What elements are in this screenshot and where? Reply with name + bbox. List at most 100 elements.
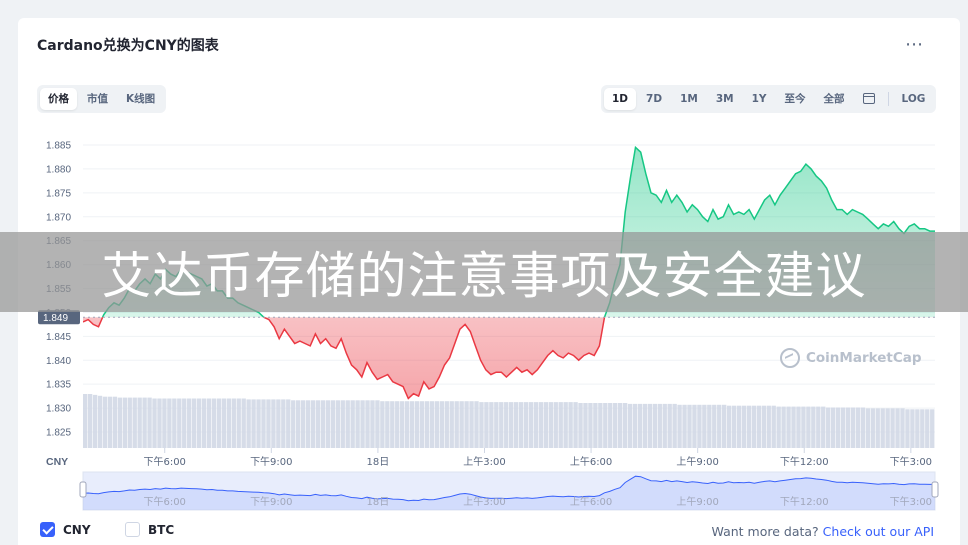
- volume-bar: [276, 399, 281, 448]
- x-tick-label: 下午9:00: [250, 455, 292, 468]
- volume-bar: [860, 407, 866, 448]
- api-link[interactable]: Check out our API: [823, 524, 934, 539]
- volume-bar: [489, 402, 494, 448]
- volume-bar: [241, 398, 246, 448]
- x-tick-label: 上午3:00: [463, 455, 505, 468]
- volume-bar: [335, 400, 340, 448]
- volume-bar: [305, 400, 311, 448]
- tab-candlestick[interactable]: K线图: [118, 88, 163, 110]
- log-scale-button[interactable]: LOG: [894, 88, 934, 110]
- volume-bar: [895, 408, 900, 448]
- legend-btc[interactable]: BTC: [125, 522, 174, 537]
- range-all[interactable]: 全部: [816, 88, 853, 110]
- volume-bar: [360, 400, 365, 448]
- y-tick-label: 1.840: [46, 356, 71, 367]
- volume-bar: [776, 406, 781, 448]
- volume-bar: [657, 403, 662, 448]
- volume-bar: [182, 398, 187, 448]
- volume-bar: [177, 398, 182, 448]
- volume-bar: [375, 400, 380, 448]
- volume-bar: [271, 399, 276, 448]
- banner-text: 艾达币存储的注意事项及安全建议: [101, 247, 867, 305]
- volume-bar: [816, 406, 821, 448]
- volume-bar: [281, 399, 286, 448]
- volume-bar: [756, 405, 762, 448]
- time-range-tabs: 1D 7D 1M 3M 1Y 至今 全部 LOG: [601, 85, 937, 113]
- checkbox-checked-icon[interactable]: [40, 522, 55, 537]
- volume-bar: [325, 400, 331, 448]
- volume-bar: [499, 402, 504, 448]
- volume-bar: [613, 403, 618, 448]
- volume-bar: [796, 406, 801, 448]
- volume-bar: [340, 400, 345, 448]
- x-tick-label: 18日: [367, 457, 390, 468]
- volume-bar: [603, 403, 608, 448]
- volume-bar: [583, 403, 588, 448]
- tab-market-cap[interactable]: 市值: [79, 88, 116, 110]
- volume-bar: [855, 407, 861, 448]
- volume-bar: [741, 405, 747, 448]
- range-1d[interactable]: 1D: [604, 88, 637, 110]
- volume-bar: [920, 409, 925, 448]
- volume-bar: [419, 401, 425, 448]
- volume-bar: [107, 396, 113, 448]
- volume-bar: [930, 409, 935, 448]
- volume-bar: [102, 396, 108, 448]
- volume-bar: [187, 398, 192, 448]
- volume-bar: [429, 401, 435, 448]
- volume-bar: [286, 399, 291, 448]
- y-tick-label: 1.870: [46, 212, 71, 223]
- legend-cny[interactable]: CNY: [40, 522, 91, 537]
- volume-bar: [642, 403, 648, 448]
- volume-bar: [474, 401, 479, 448]
- range-7d[interactable]: 7D: [638, 88, 670, 110]
- volume-bar: [880, 408, 885, 448]
- y-tick-label: 1.875: [46, 188, 71, 199]
- range-ytd[interactable]: 至今: [777, 88, 814, 110]
- volume-bar: [746, 405, 752, 448]
- volume-bar: [702, 404, 707, 448]
- date-picker-button[interactable]: [855, 88, 883, 110]
- range-3m[interactable]: 3M: [708, 88, 742, 110]
- range-1m[interactable]: 1M: [672, 88, 706, 110]
- volume-bar: [380, 401, 385, 448]
- volume-bar: [266, 399, 271, 448]
- volume-bar: [92, 394, 98, 448]
- volume-bar: [845, 407, 851, 448]
- overlay-banner: 艾达币存储的注意事项及安全建议: [0, 232, 968, 312]
- watermark-text: CoinMarketCap: [806, 350, 922, 366]
- volume-bar: [142, 397, 147, 448]
- volume-bar: [672, 403, 677, 448]
- x-tick-label: 下午6:00: [143, 455, 185, 468]
- volume-bar: [464, 401, 469, 448]
- legend-label-cny: CNY: [63, 522, 91, 537]
- volume-bar: [112, 396, 118, 448]
- volume-bar: [885, 408, 890, 448]
- x-tick-label: 上午9:00: [676, 455, 718, 468]
- chart-title: Cardano兑换为CNY的图表: [37, 38, 219, 54]
- volume-bar: [152, 398, 157, 448]
- x-tick-label: 上午6:00: [570, 455, 612, 468]
- volume-bar: [652, 403, 658, 448]
- volume-bar: [563, 402, 568, 448]
- volume-bar: [459, 401, 464, 448]
- volume-bar: [518, 402, 524, 448]
- volume-bar: [320, 400, 326, 448]
- volume-bar: [538, 402, 544, 448]
- checkbox-unchecked-icon[interactable]: [125, 522, 140, 537]
- tab-price[interactable]: 价格: [40, 88, 77, 110]
- volume-bar: [593, 403, 598, 448]
- volume-bar: [251, 399, 256, 448]
- range-1y[interactable]: 1Y: [744, 88, 775, 110]
- volume-bar: [662, 403, 667, 448]
- volume-bar: [766, 405, 771, 448]
- volume-bar: [543, 402, 549, 448]
- volume-bar: [236, 398, 241, 448]
- volume-bar: [231, 398, 236, 448]
- volume-bar: [717, 404, 722, 448]
- more-options-icon[interactable]: ⋯: [905, 34, 924, 55]
- volume-bar: [771, 405, 776, 448]
- y-tick-label: 1.830: [46, 404, 71, 415]
- volume-bar: [553, 402, 558, 448]
- volume-bar: [890, 408, 895, 448]
